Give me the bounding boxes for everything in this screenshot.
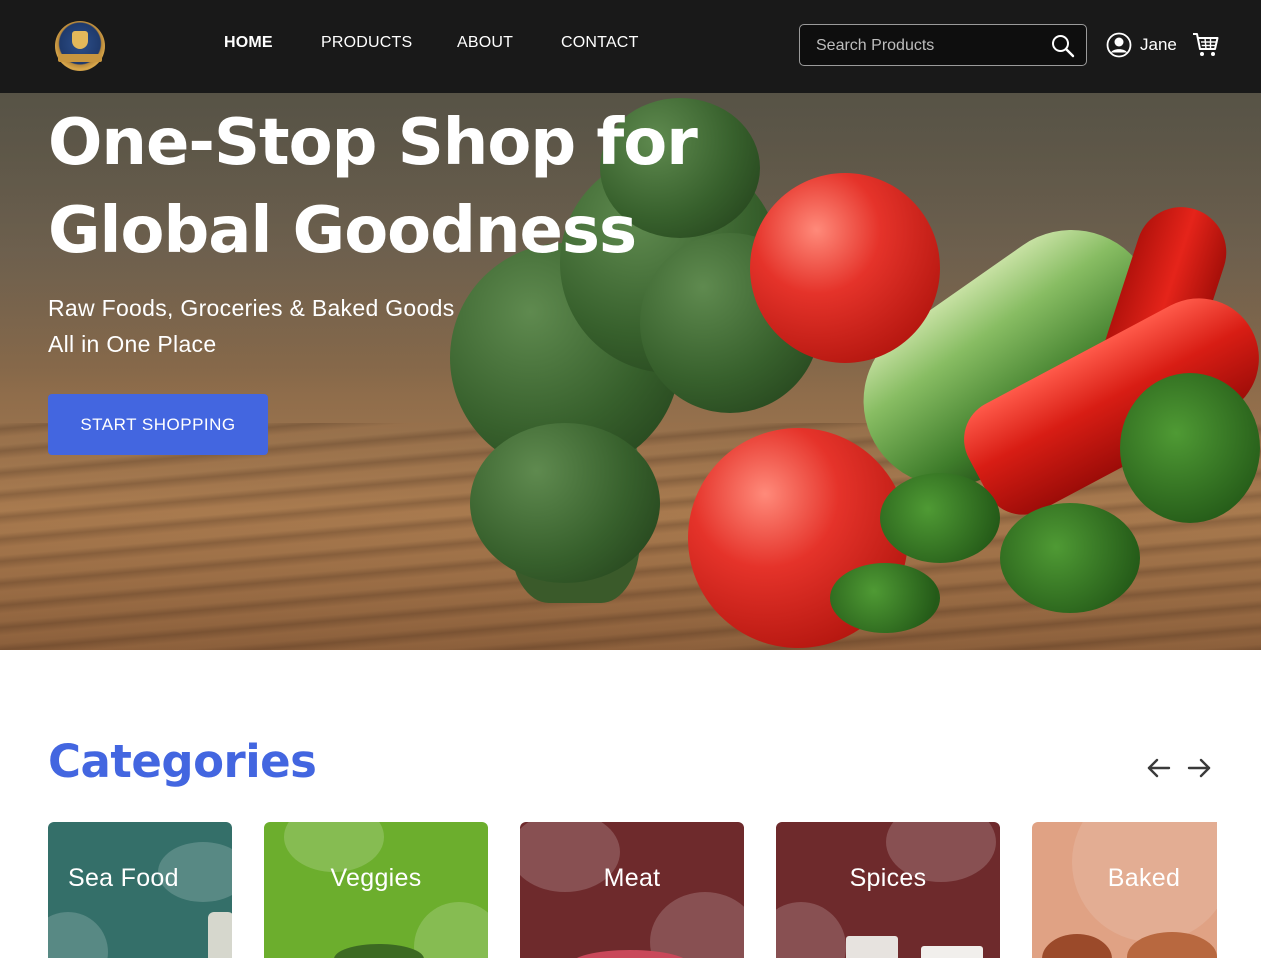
brand-logo[interactable]: [55, 21, 105, 71]
tomato-image: [750, 173, 940, 363]
nav-contact[interactable]: CONTACT: [561, 34, 639, 52]
category-card-baked[interactable]: Baked: [1032, 822, 1217, 958]
categories-heading: Categories: [48, 735, 317, 788]
nav-home[interactable]: HOME: [224, 34, 273, 52]
search-icon[interactable]: [1050, 33, 1076, 59]
hero-title: One-Stop Shop for Global Goodness: [48, 99, 748, 275]
category-label: Baked: [1107, 864, 1181, 892]
nav-products[interactable]: PRODUCTS: [321, 34, 412, 52]
spice-bag-image: [921, 946, 983, 958]
arrow-left-icon[interactable]: [1146, 756, 1172, 780]
spice-bag-image: [846, 936, 898, 958]
search-box: [799, 24, 1087, 66]
user-icon[interactable]: [1106, 32, 1132, 58]
arrow-right-icon[interactable]: [1186, 756, 1212, 780]
hero-title-line: One-Stop Shop for: [48, 106, 698, 180]
broccoli-floret: [470, 423, 660, 583]
shopping-cart-icon[interactable]: [1192, 31, 1219, 58]
user-name[interactable]: Jane: [1140, 35, 1177, 55]
parsley-image: [1120, 373, 1260, 523]
category-card-spices[interactable]: Spices: [776, 822, 1000, 958]
veggie-image: [334, 944, 424, 958]
category-carousel: Sea Food Veggies Meat Spices Baked: [48, 822, 1217, 958]
parsley-image: [1000, 503, 1140, 613]
category-label: Meat: [603, 864, 661, 892]
parsley-image: [880, 473, 1000, 563]
hero-subtitle-line: Raw Foods, Groceries & Baked Goods: [48, 295, 455, 321]
category-card-seafood[interactable]: Sea Food: [48, 822, 232, 958]
jar-image: [208, 912, 232, 958]
category-label: Veggies: [330, 864, 422, 892]
category-label: Spices: [849, 864, 927, 892]
hero-subtitle-line: All in One Place: [48, 331, 217, 357]
category-card-meat[interactable]: Meat: [520, 822, 744, 958]
start-shopping-button[interactable]: START SHOPPING: [48, 394, 268, 455]
nav-about[interactable]: ABOUT: [457, 34, 513, 52]
hero-banner: One-Stop Shop for Global Goodness Raw Fo…: [0, 93, 1261, 650]
logo-crest: [72, 31, 88, 49]
top-navbar: HOME PRODUCTS ABOUT CONTACT Jane: [0, 0, 1261, 93]
parsley-image: [830, 563, 940, 633]
bread-image: [1042, 934, 1112, 958]
logo-ribbon: [58, 54, 102, 62]
hero-subtitle: Raw Foods, Groceries & Baked Goods All i…: [48, 290, 568, 362]
search-input[interactable]: [816, 35, 1036, 57]
hero-title-line: Global Goodness: [48, 194, 637, 268]
category-label: Sea Food: [68, 864, 179, 892]
category-card-veggies[interactable]: Veggies: [264, 822, 488, 958]
